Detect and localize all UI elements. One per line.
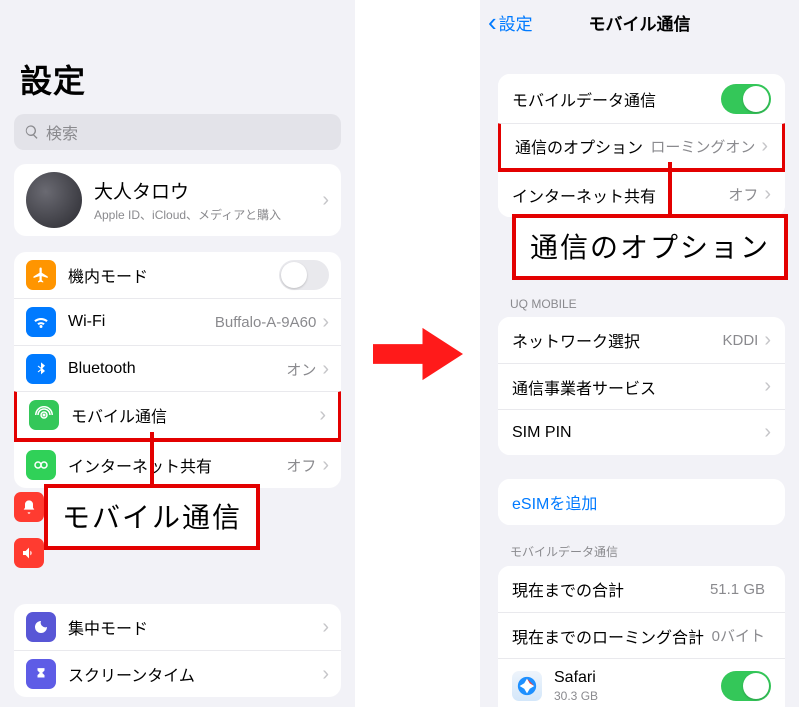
carrier-header: UQ MOBILE <box>498 279 785 317</box>
profile-card[interactable]: 大人タロウ Apple ID、iCloud、メディアと購入 › <box>14 164 341 236</box>
back-label: 設定 <box>499 10 533 35</box>
focus-label: 集中モード <box>68 615 322 639</box>
sim-pin-label: SIM PIN <box>512 424 764 442</box>
bluetooth-row[interactable]: Bluetooth オン › <box>14 345 341 392</box>
moon-icon <box>26 612 56 642</box>
usage-roaming-value: 0バイト <box>712 625 765 646</box>
airplane-label: 機内モード <box>68 263 279 287</box>
cellular-data-toggle[interactable] <box>721 84 771 114</box>
usage-roaming-row: 現在までのローミング合計 0バイト <box>498 612 785 658</box>
search-placeholder: 検索 <box>46 120 78 144</box>
usage-roaming-label: 現在までのローミング合計 <box>512 624 712 648</box>
chevron-right-icon: › <box>764 421 771 444</box>
airplane-mode-row[interactable]: 機内モード <box>14 252 341 298</box>
notifications-icon <box>14 492 44 522</box>
connectivity-group: 機内モード Wi-Fi Buffalo-A-9A60 › Bluetooth <box>14 252 341 488</box>
add-esim-row[interactable]: eSIMを追加 <box>498 479 785 525</box>
avatar <box>26 172 82 228</box>
hotspot-row[interactable]: インターネット共有 オフ › <box>14 441 341 488</box>
profile-sub: Apple ID、iCloud、メディアと購入 <box>94 206 322 223</box>
usage-total-value: 51.1 GB <box>710 581 765 598</box>
chevron-right-icon: › <box>322 312 329 332</box>
usage-total-label: 現在までの合計 <box>512 577 710 601</box>
data-options-label: 通信のオプション <box>515 134 650 158</box>
hotspot-value: オフ <box>286 455 316 476</box>
safari-icon <box>512 671 542 701</box>
callout-options: 通信のオプション <box>512 214 788 280</box>
usage-header: モバイルデータ通信 <box>498 525 785 566</box>
chevron-right-icon: › <box>322 190 329 210</box>
chevron-right-icon: › <box>764 329 771 352</box>
chevron-right-icon: › <box>764 183 771 206</box>
hotspot-label: インターネット共有 <box>68 453 286 477</box>
cellular-data-row[interactable]: モバイルデータ通信 <box>498 74 785 124</box>
cellular-screen: ‹ 設定 モバイル通信 モバイルデータ通信 通信のオプション ローミングオン ›… <box>480 0 799 707</box>
arrow-right-icon <box>373 319 463 389</box>
sim-pin-row[interactable]: SIM PIN › <box>498 409 785 455</box>
wifi-icon <box>26 307 56 337</box>
cellular-label: モバイル通信 <box>71 403 319 427</box>
personal-hotspot-row[interactable]: インターネット共有 オフ › <box>498 171 785 217</box>
usage-total-row: 現在までの合計 51.1 GB <box>498 566 785 612</box>
settings-screen: 設定 検索 大人タロウ Apple ID、iCloud、メディアと購入 › <box>0 0 355 707</box>
wifi-row[interactable]: Wi-Fi Buffalo-A-9A60 › <box>14 298 341 345</box>
bluetooth-value: オン <box>286 359 316 380</box>
profile-name: 大人タロウ <box>94 177 322 204</box>
page-title: 設定 <box>14 46 341 114</box>
safari-size: 30.3 GB <box>554 689 721 703</box>
data-options-row[interactable]: 通信のオプション ローミングオン › <box>498 123 785 172</box>
hotspot-icon <box>26 450 56 480</box>
bluetooth-icon <box>26 354 56 384</box>
chevron-right-icon: › <box>322 359 329 379</box>
screentime-row[interactable]: スクリーンタイム › <box>14 650 341 697</box>
chevron-right-icon: › <box>322 617 329 637</box>
add-esim-label: eSIMを追加 <box>512 490 771 514</box>
focus-row[interactable]: 集中モード › <box>14 604 341 650</box>
hotspot-value: オフ <box>728 184 758 205</box>
airplane-toggle[interactable] <box>279 260 329 290</box>
chevron-right-icon: › <box>761 135 768 158</box>
data-options-value: ローミングオン <box>650 136 755 157</box>
airplane-icon <box>26 260 56 290</box>
nav-title: モバイル通信 <box>589 10 691 35</box>
search-icon <box>24 124 40 140</box>
screentime-label: スクリーンタイム <box>68 662 322 686</box>
wifi-value: Buffalo-A-9A60 <box>215 314 316 331</box>
callout-cellular: モバイル通信 <box>44 484 260 550</box>
safari-name: Safari <box>554 669 721 687</box>
cellular-row[interactable]: モバイル通信 › <box>14 391 341 442</box>
sounds-icon <box>14 538 44 568</box>
hotspot-label: インターネット共有 <box>512 183 728 207</box>
cellular-data-label: モバイルデータ通信 <box>512 87 721 111</box>
back-button[interactable]: ‹ 設定 <box>488 0 533 44</box>
chevron-right-icon: › <box>764 375 771 398</box>
wifi-label: Wi-Fi <box>68 313 215 331</box>
nav-bar: ‹ 設定 モバイル通信 <box>480 0 799 44</box>
chevron-right-icon: › <box>322 455 329 475</box>
safari-toggle[interactable] <box>721 671 771 701</box>
network-label: ネットワーク選択 <box>512 328 722 352</box>
search-input[interactable]: 検索 <box>14 114 341 150</box>
focus-group: 集中モード › スクリーンタイム › <box>14 604 341 697</box>
chevron-right-icon: › <box>319 405 326 425</box>
carrier-services-row[interactable]: 通信事業者サービス › <box>498 363 785 409</box>
bluetooth-label: Bluetooth <box>68 360 286 378</box>
network-value: KDDI <box>722 332 758 349</box>
network-selection-row[interactable]: ネットワーク選択 KDDI › <box>498 317 785 363</box>
antenna-icon <box>29 400 59 430</box>
hourglass-icon <box>26 659 56 689</box>
arrow-divider <box>355 0 480 707</box>
usage-safari-row[interactable]: Safari 30.3 GB <box>498 658 785 707</box>
carrier-services-label: 通信事業者サービス <box>512 375 764 399</box>
chevron-right-icon: › <box>322 664 329 684</box>
chevron-left-icon: ‹ <box>488 7 497 38</box>
